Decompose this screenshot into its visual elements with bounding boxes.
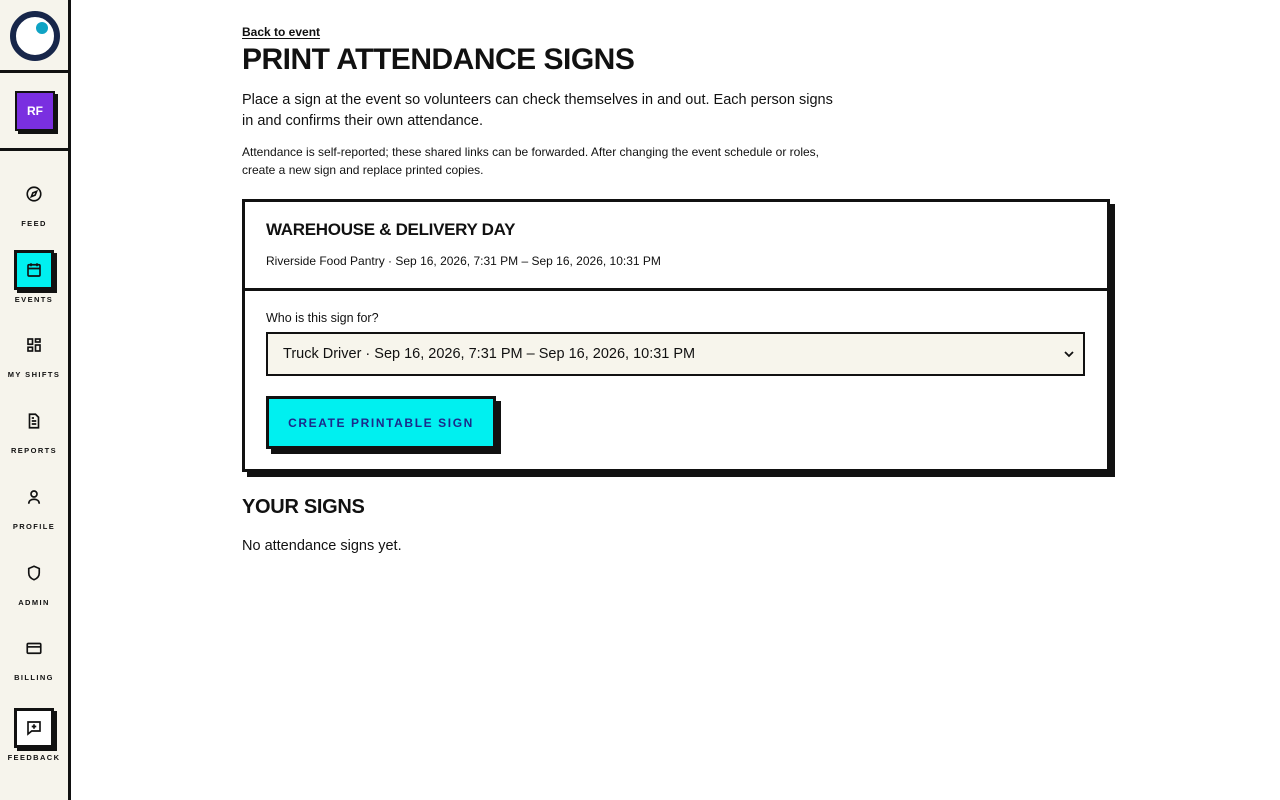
role-select-value: Truck Driver · Sep 16, 2026, 7:31 PM – S…	[283, 346, 696, 362]
document-icon	[14, 401, 54, 441]
event-name: WAREHOUSE & DELIVERY DAY	[266, 220, 516, 239]
event-meta: Riverside Food Pantry · Sep 16, 2026, 7:…	[266, 254, 661, 268]
nav-label-reports: REPORTS	[10, 446, 58, 455]
empty-state-text: No attendance signs yet.	[242, 538, 402, 554]
org-area: RF	[0, 73, 68, 151]
nav-label-events: EVENTS	[14, 295, 54, 304]
intro-text: Place a sign at the event so volunteers …	[242, 92, 833, 129]
nav-label-feed: FEED	[21, 219, 47, 228]
role-select-label: Who is this sign for?	[266, 311, 379, 325]
your-signs-heading: YOUR SIGNS	[242, 496, 365, 518]
nav-item-profile[interactable]: PROFILE	[0, 477, 68, 531]
compass-icon	[14, 174, 54, 214]
nav-item-reports[interactable]: REPORTS	[0, 401, 68, 455]
nav-label-profile: PROFILE	[12, 522, 56, 531]
grid-icon	[14, 325, 54, 365]
role-select[interactable]: Truck Driver · Sep 16, 2026, 7:31 PM – S…	[266, 332, 1085, 376]
create-printable-sign-button[interactable]: CREATE PRINTABLE SIGN	[266, 396, 496, 449]
shield-icon	[14, 553, 54, 593]
app-logo[interactable]	[10, 11, 60, 61]
nav-item-admin[interactable]: ADMIN	[0, 553, 68, 607]
org-avatar[interactable]: RF	[15, 91, 55, 131]
chevron-down-icon	[1064, 351, 1074, 358]
create-sign-card: WAREHOUSE & DELIVERY DAY Riverside Food …	[242, 199, 1110, 472]
logo-dot	[36, 22, 48, 34]
sidebar: RF FEED EVENTS MY SHIFTS REPORTS PROFILE	[0, 0, 71, 800]
logo-area	[0, 0, 68, 73]
event-summary: WAREHOUSE & DELIVERY DAY Riverside Food …	[245, 202, 1107, 291]
disclaimer-note: Attendance is self-reported; these share…	[242, 145, 820, 177]
message-plus-icon	[14, 708, 54, 748]
nav-item-feedback[interactable]: FEEDBACK	[0, 708, 68, 762]
nav-label-billing: BILLING	[14, 673, 54, 682]
nav-label-my-shifts: MY SHIFTS	[7, 370, 61, 379]
credit-card-icon	[14, 628, 54, 668]
nav-item-events[interactable]: EVENTS	[0, 250, 68, 304]
nav-item-billing[interactable]: BILLING	[0, 628, 68, 682]
nav-item-my-shifts[interactable]: MY SHIFTS	[0, 325, 68, 379]
page-title: PRINT ATTENDANCE SIGNS	[242, 43, 635, 76]
nav-label-admin: ADMIN	[18, 598, 50, 607]
nav-label-feedback: FEEDBACK	[7, 753, 61, 762]
back-to-event-link[interactable]: Back to event	[242, 25, 320, 39]
user-icon	[14, 477, 54, 517]
nav-item-feed[interactable]: FEED	[0, 174, 68, 228]
sign-form: Who is this sign for? Truck Driver · Sep…	[245, 291, 1107, 449]
calendar-icon	[14, 250, 54, 290]
